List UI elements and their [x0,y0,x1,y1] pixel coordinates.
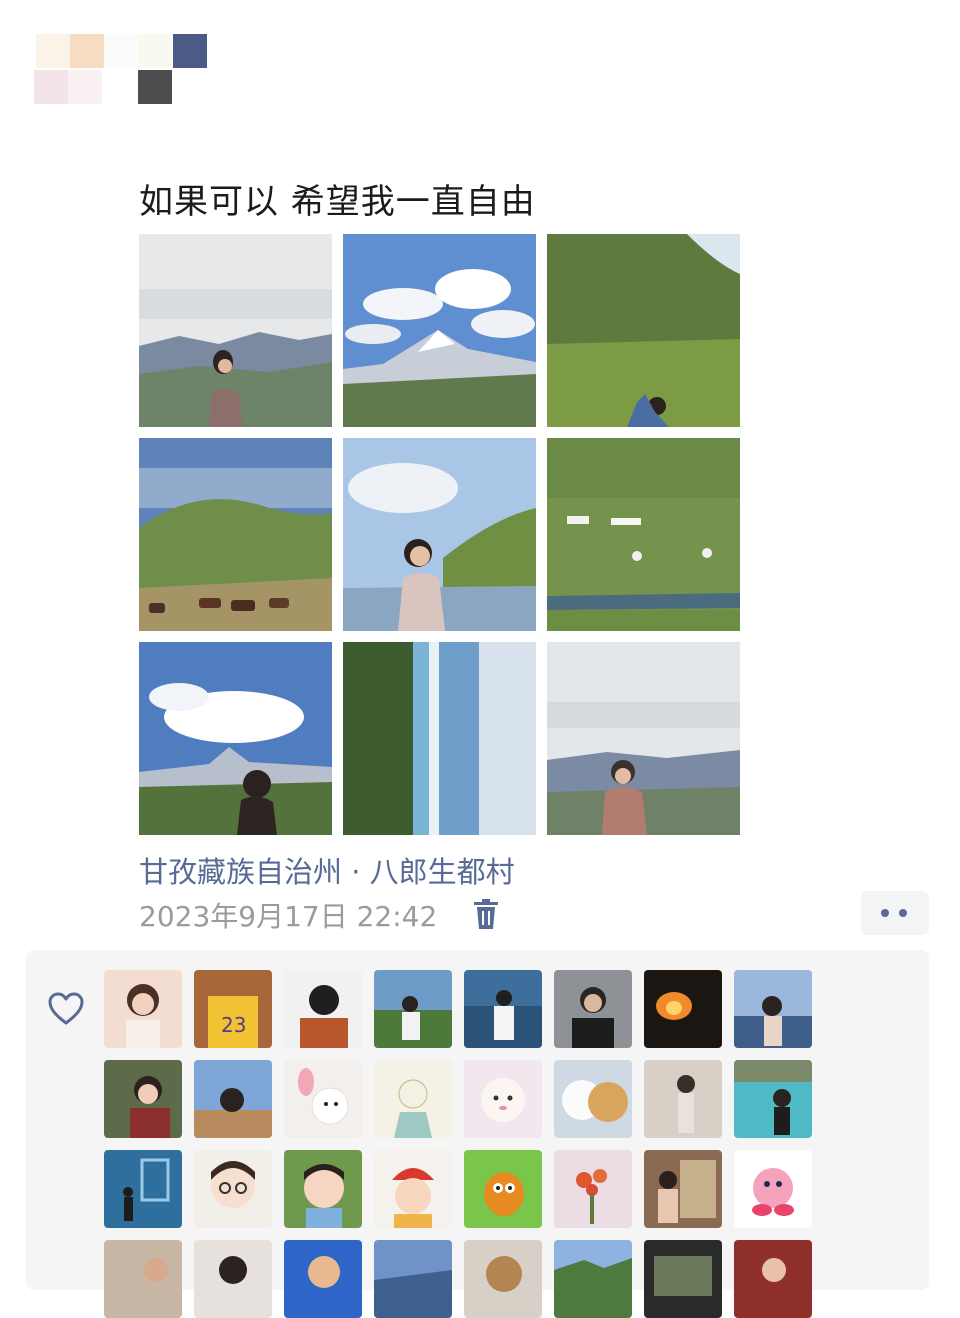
photo-5[interactable] [343,438,536,631]
liker-avatar[interactable] [464,970,542,1048]
liker-avatar[interactable] [464,1240,542,1318]
avatar-pixel [104,34,138,68]
avatar-pixel [36,34,70,68]
avatar-pixel [68,70,102,104]
liker-avatar[interactable] [644,1060,722,1138]
liker-avatar[interactable] [374,1060,452,1138]
liker-avatar[interactable] [734,1060,812,1138]
liker-avatar[interactable] [644,970,722,1048]
liker-avatar[interactable] [104,1150,182,1228]
post-timestamp: 2023年9月17日 22:42 [139,900,438,933]
avatar-pixel [138,34,172,68]
liker-avatar[interactable] [554,970,632,1048]
likes-panel: 23 [26,950,929,1318]
author-avatar[interactable] [30,30,210,106]
liker-avatar[interactable] [464,1060,542,1138]
dot [881,909,889,917]
liker-avatar[interactable] [104,970,182,1048]
photo-1[interactable] [139,234,332,427]
liker-avatar[interactable] [644,1150,722,1228]
liker-avatar[interactable] [464,1150,542,1228]
avatar-pixel [138,70,172,104]
liker-avatar[interactable] [194,1150,272,1228]
liker-avatar[interactable] [554,1060,632,1138]
liker-avatar[interactable] [734,1150,812,1228]
liker-avatar[interactable] [194,1060,272,1138]
trash-icon[interactable] [472,898,500,930]
more-dots-icon[interactable] [861,891,929,935]
liker-avatar[interactable] [104,1060,182,1138]
liker-avatar[interactable] [284,1150,362,1228]
liker-avatar[interactable] [554,1240,632,1318]
avatar-pixel [173,34,207,68]
liker-avatar[interactable] [284,1060,362,1138]
post-text: 如果可以 希望我一直自由 [139,182,536,222]
liker-avatar[interactable] [734,970,812,1048]
liker-avatar[interactable] [374,1150,452,1228]
photo-9[interactable] [547,642,740,835]
photo-7[interactable] [139,642,332,835]
liker-avatar[interactable] [644,1240,722,1318]
photo-6[interactable] [547,438,740,631]
liker-avatar[interactable] [374,1240,452,1318]
svg-text:23: 23 [221,1013,246,1037]
avatar-pixel [70,34,104,68]
liker-avatar[interactable] [194,1240,272,1318]
location-link[interactable]: 甘孜藏族自治州 · 八郎生都村 [139,849,515,891]
dot [899,909,907,917]
liker-avatar[interactable] [374,970,452,1048]
avatar-pixel [34,70,68,104]
liker-avatar[interactable] [284,970,362,1048]
heart-icon [48,992,84,1026]
photo-3[interactable] [547,234,740,427]
photo-4[interactable] [139,438,332,631]
liker-avatar[interactable] [104,1240,182,1318]
liker-avatar[interactable] [734,1240,812,1318]
photo-grid [139,234,741,836]
photo-2[interactable] [343,234,536,427]
liker-avatar[interactable]: 23 [194,970,272,1048]
liker-avatar[interactable] [284,1240,362,1318]
photo-8[interactable] [343,642,536,835]
liker-avatar[interactable] [554,1150,632,1228]
